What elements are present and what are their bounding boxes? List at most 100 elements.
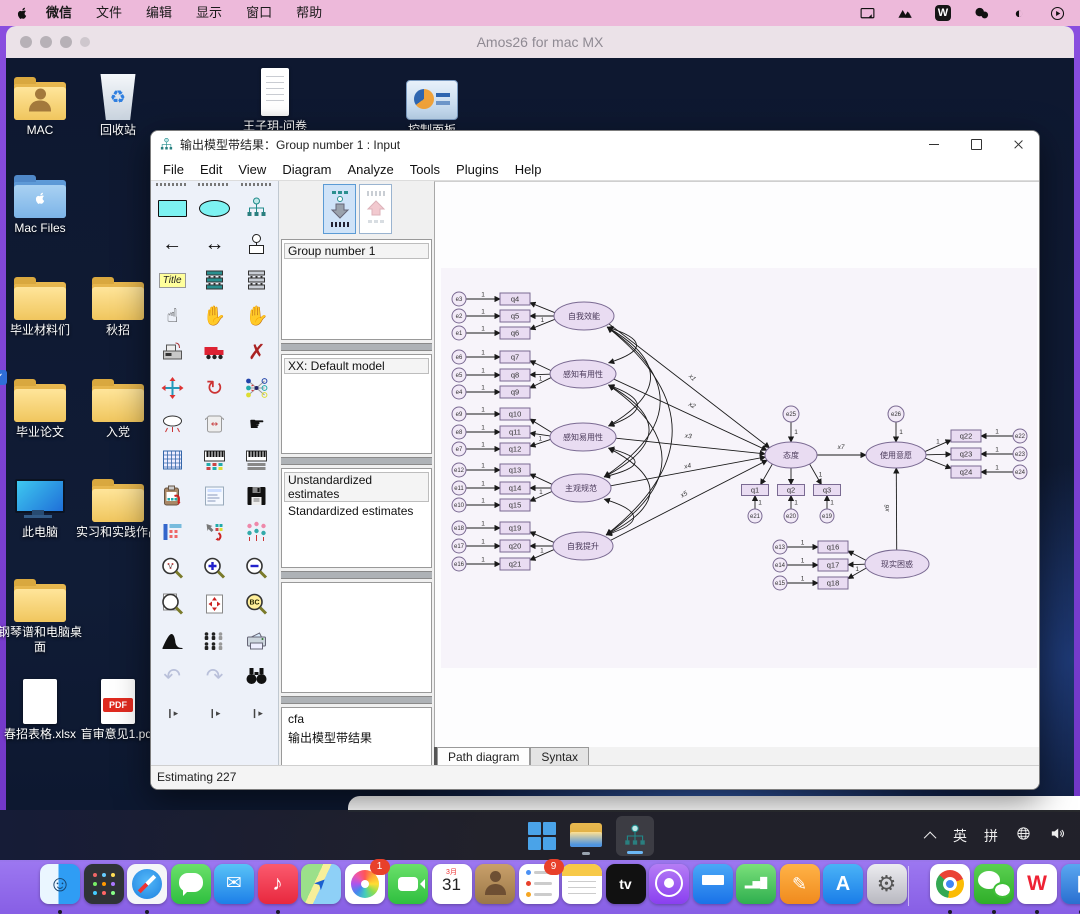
- zoom-select-area-button[interactable]: [151, 550, 193, 586]
- undo-button[interactable]: ↶: [151, 658, 193, 694]
- desktop-icon-control-panel[interactable]: 控制面板: [386, 72, 478, 138]
- path-diagram-canvas[interactable]: 1111111111111111111111111111111111x1x2x3…: [434, 181, 1040, 747]
- clipboard-view-button[interactable]: [193, 478, 235, 514]
- move-parameter-values-button[interactable]: [151, 406, 193, 442]
- change-shape-button[interactable]: [151, 370, 193, 406]
- dock-photos[interactable]: 1: [345, 864, 385, 904]
- dock-launchpad[interactable]: [84, 864, 124, 904]
- deselect-all-objects-button[interactable]: ✋: [236, 298, 278, 334]
- dock-messages[interactable]: [171, 864, 211, 904]
- redo-button[interactable]: ↷: [193, 658, 235, 694]
- dock-wps[interactable]: W: [1017, 864, 1057, 904]
- menu-item-6[interactable]: 帮助: [284, 0, 334, 26]
- select-all-objects-button[interactable]: ✋: [193, 298, 235, 334]
- draw-covariance-arrow-button[interactable]: ↔: [193, 226, 235, 262]
- desktop-icon-recycle-bin[interactable]: ♻回收站: [72, 72, 164, 138]
- amos-menu-analyze[interactable]: Analyze: [339, 162, 401, 177]
- dock-wechat[interactable]: [974, 864, 1014, 904]
- dock-appstore[interactable]: A: [823, 864, 863, 904]
- show-entire-page-button[interactable]: [151, 586, 193, 622]
- amos-menu-plugins[interactable]: Plugins: [448, 162, 507, 177]
- amos-menu-diagram[interactable]: Diagram: [274, 162, 339, 177]
- erase-objects-button[interactable]: ✗: [236, 334, 278, 370]
- scroll-diagram-button[interactable]: [193, 406, 235, 442]
- path-diagram[interactable]: 1111111111111111111111111111111111x1x2x3…: [435, 182, 1040, 747]
- magnify-loupe-button[interactable]: BC: [236, 586, 278, 622]
- dock-finder[interactable]: ☺: [40, 864, 80, 904]
- column-pager-icon[interactable]: ❙▸: [193, 708, 235, 719]
- duplicate-objects-button[interactable]: [151, 334, 193, 370]
- zoom-out-button[interactable]: [236, 550, 278, 586]
- bayesian-estimation-button[interactable]: [151, 622, 193, 658]
- amos-menu-file[interactable]: File: [155, 162, 192, 177]
- touch-up-diagram-button[interactable]: ☛: [236, 406, 278, 442]
- apple-menu-icon[interactable]: [14, 5, 30, 21]
- mountains-icon[interactable]: [896, 4, 914, 22]
- dock-chrome[interactable]: [930, 864, 970, 904]
- dock-maps[interactable]: ➤: [301, 864, 341, 904]
- dock-safari[interactable]: [127, 864, 167, 904]
- file-list-item[interactable]: 输出模型带结果: [284, 728, 429, 747]
- dock-notes[interactable]: [562, 864, 602, 904]
- draw-ellipse-button[interactable]: [193, 190, 235, 226]
- panel-splitter[interactable]: [281, 343, 432, 351]
- amos-menu-tools[interactable]: Tools: [402, 162, 448, 177]
- draw-latent-with-indicators-button[interactable]: [236, 190, 278, 226]
- select-one-object-button[interactable]: ☝: [151, 298, 193, 334]
- dock-numbers[interactable]: ▂▅█: [736, 864, 776, 904]
- globe-input-icon[interactable]: [1015, 825, 1032, 847]
- dock-facetime[interactable]: [388, 864, 428, 904]
- dock-settings[interactable]: ⚙: [867, 864, 907, 904]
- analysis-properties-button[interactable]: [236, 442, 278, 478]
- input-language-2[interactable]: 拼: [984, 826, 998, 846]
- menu-item-5[interactable]: 窗口: [234, 0, 284, 26]
- list-variables-in-model-button[interactable]: [193, 262, 235, 298]
- view-input-path-diagram-button[interactable]: [323, 184, 356, 234]
- dock-tv[interactable]: tv: [606, 864, 646, 904]
- maximize-button[interactable]: [955, 131, 997, 158]
- menu-item-4[interactable]: 显示: [184, 0, 234, 26]
- file-list-item[interactable]: cfa: [284, 711, 429, 727]
- desktop-icon-doc-tall[interactable]: 王子玥-问卷: [229, 68, 321, 134]
- panel-splitter[interactable]: [281, 571, 432, 579]
- draw-path-arrow-button[interactable]: ←: [151, 226, 193, 262]
- search-diagram-button[interactable]: [236, 658, 278, 694]
- dock-mail[interactable]: ✉: [214, 864, 254, 904]
- play-circle-icon[interactable]: [1048, 4, 1066, 22]
- screen-mirroring-icon[interactable]: [858, 4, 876, 22]
- print-diagram-button[interactable]: [236, 622, 278, 658]
- calculate-estimates-button[interactable]: [151, 478, 193, 514]
- dock-keynote[interactable]: [693, 864, 733, 904]
- contrast-icon[interactable]: ◐: [1010, 4, 1028, 22]
- amos-menu-help[interactable]: Help: [507, 162, 550, 177]
- tray-chevron-up-icon[interactable]: [924, 831, 937, 844]
- rotate-indicators-button[interactable]: ↻: [193, 370, 235, 406]
- start-button[interactable]: [528, 822, 556, 850]
- desktop-icon-folder[interactable]: 钢琴谱和电脑桌面: [0, 574, 86, 655]
- dock-podcasts[interactable]: [649, 864, 689, 904]
- amos-menu-view[interactable]: View: [230, 162, 274, 177]
- save-diagram-button[interactable]: [236, 478, 278, 514]
- dock-music[interactable]: ♪: [258, 864, 298, 904]
- multiple-group-analysis-button[interactable]: [193, 622, 235, 658]
- dock-parallels[interactable]: ∥: [1061, 864, 1080, 904]
- panel-splitter[interactable]: [281, 696, 432, 704]
- figure-caption-title-button[interactable]: Title: [151, 262, 193, 298]
- amos-title-bar[interactable]: 输出模型带结果：Group number 1 : Input: [151, 131, 1039, 158]
- drag-properties-button[interactable]: [193, 514, 235, 550]
- menu-item-3[interactable]: 编辑: [134, 0, 184, 26]
- amos-menu-edit[interactable]: Edit: [192, 162, 230, 177]
- amos-taskbar-button[interactable]: [616, 816, 654, 856]
- desktop-icon-folder-blue-apple[interactable]: Mac Files: [0, 170, 86, 236]
- close-button[interactable]: [997, 131, 1039, 158]
- move-objects-button[interactable]: [193, 334, 235, 370]
- dock-reminders[interactable]: 9: [519, 864, 559, 904]
- view-output-path-diagram-button[interactable]: [359, 184, 392, 234]
- preserve-symmetries-button[interactable]: [236, 514, 278, 550]
- list-variables-in-dataset-button[interactable]: [236, 262, 278, 298]
- speaker-icon[interactable]: [1049, 825, 1066, 847]
- file-explorer-button[interactable]: [570, 823, 602, 849]
- input-language-1[interactable]: 英: [953, 826, 967, 846]
- reflect-indicators-button[interactable]: [236, 370, 278, 406]
- select-data-files-button[interactable]: [193, 442, 235, 478]
